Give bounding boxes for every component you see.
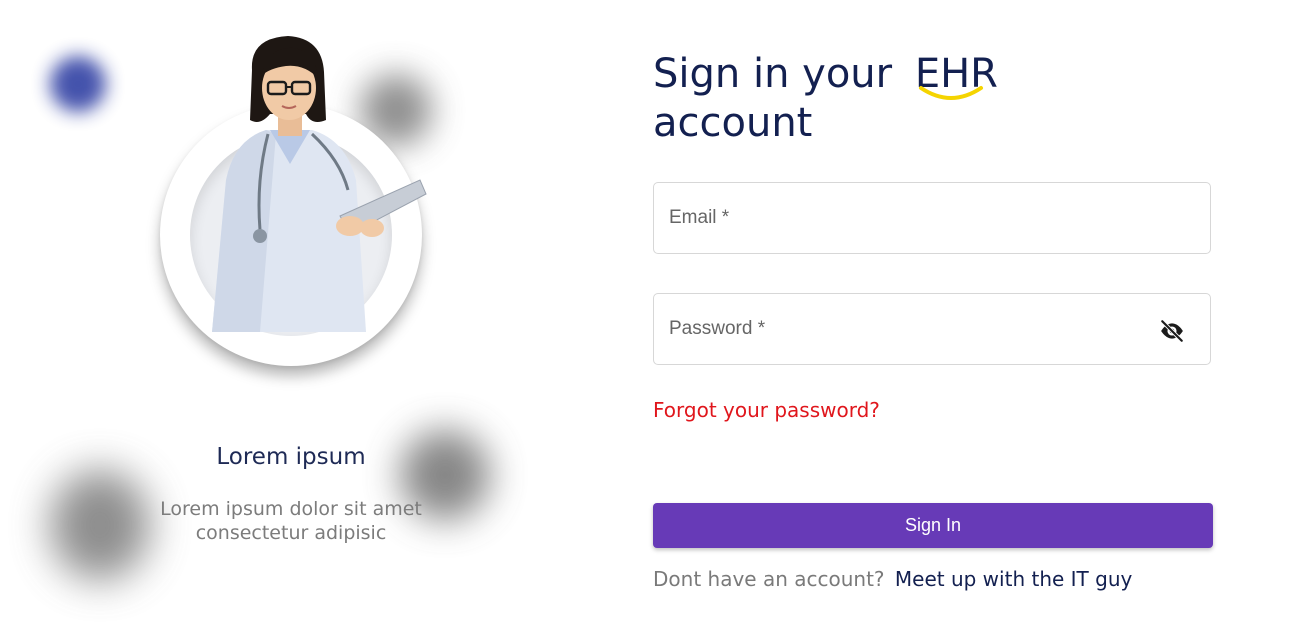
sign-in-button[interactable]: Sign In bbox=[653, 503, 1213, 548]
forgot-password-link[interactable]: Forgot your password? bbox=[653, 398, 880, 422]
hero-subtitle-line: Lorem ipsum dolor sit amet bbox=[160, 498, 422, 520]
decorative-blue-blob bbox=[50, 56, 106, 112]
email-field-container bbox=[653, 182, 1211, 254]
hero-subtitle: Lorem ipsum dolor sit amet consectetur a… bbox=[130, 497, 452, 545]
login-title: Sign in your EHR account bbox=[653, 50, 1073, 148]
eye-off-icon[interactable] bbox=[1158, 318, 1186, 344]
login-title-part2: account bbox=[653, 100, 813, 146]
hero-subtitle-line: consectetur adipisic bbox=[195, 522, 387, 544]
signup-prompt-text: Dont have an account? bbox=[653, 567, 885, 591]
signup-link[interactable]: Meet up with the IT guy bbox=[895, 567, 1132, 591]
hero-title: Lorem ipsum bbox=[216, 444, 366, 470]
signup-prompt: Dont have an account? Meet up with the I… bbox=[653, 567, 1132, 591]
password-field-container bbox=[653, 293, 1211, 365]
email-field[interactable] bbox=[654, 183, 1210, 253]
login-title-part1: Sign in your bbox=[653, 51, 893, 97]
ehr-highlight: EHR bbox=[915, 50, 998, 100]
password-field[interactable] bbox=[654, 294, 1210, 364]
smile-underline-icon bbox=[918, 86, 983, 100]
doctor-illustration bbox=[212, 36, 427, 332]
